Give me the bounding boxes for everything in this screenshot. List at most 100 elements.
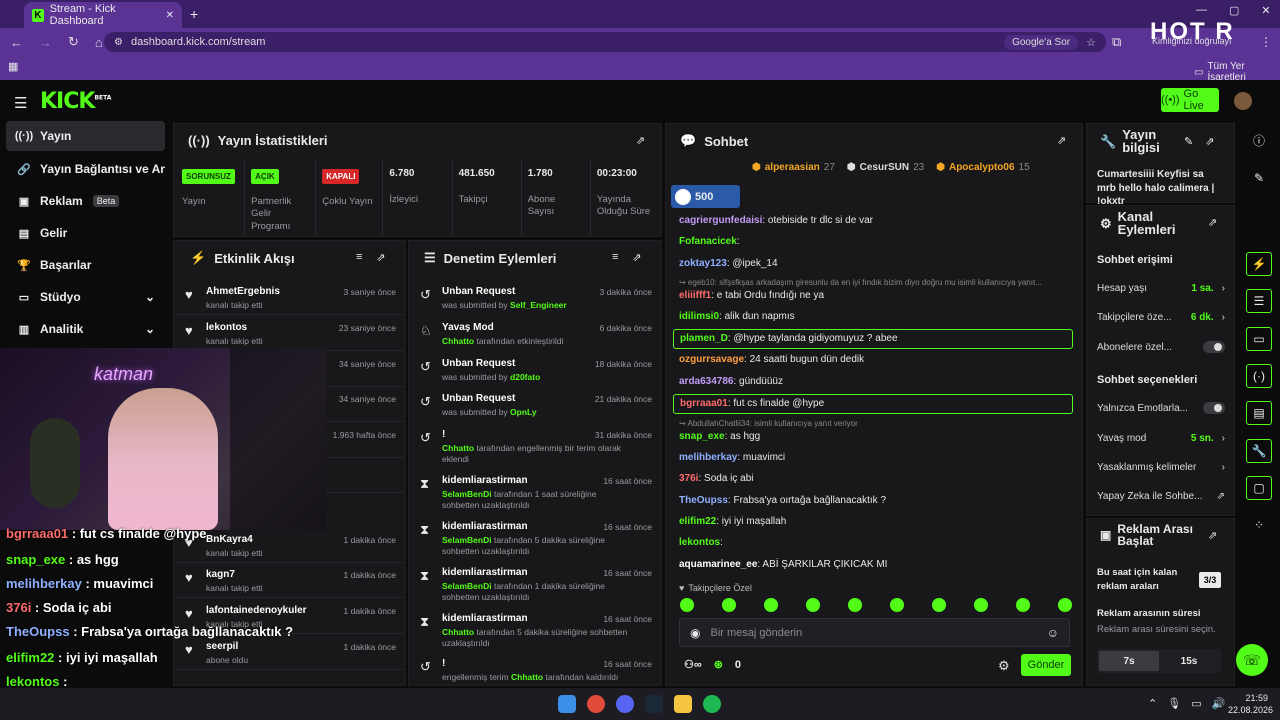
- chat-username[interactable]: aquamarinee_ee: [679, 559, 757, 570]
- list-icon[interactable]: ☰: [1246, 289, 1272, 313]
- nav-item-analytics[interactable]: ▥ Analitik ⌄: [6, 314, 165, 344]
- nav-item-ads[interactable]: ▣ Reklam Beta: [6, 186, 165, 216]
- chat-settings-icon[interactable]: ⚙: [998, 658, 1010, 674]
- pencil-icon[interactable]: ✎: [1246, 166, 1272, 190]
- emote-icon[interactable]: [974, 598, 988, 612]
- emote-icon[interactable]: [890, 598, 904, 612]
- network-icon[interactable]: ▭: [1191, 697, 1201, 710]
- browser-tab[interactable]: K Stream - Kick Dashboard ✕: [24, 2, 182, 28]
- moderator-name[interactable]: OpnLy: [510, 407, 537, 417]
- chat-access-row[interactable]: Takipçilere öze... 6 dk. ›: [1097, 308, 1225, 326]
- new-tab-icon[interactable]: +: [190, 6, 198, 22]
- chat-username[interactable]: arda634786: [679, 376, 734, 387]
- home-icon[interactable]: ⌂: [95, 35, 103, 50]
- close-window-icon[interactable]: ✕: [1261, 4, 1270, 17]
- chat-option-row[interactable]: Yalnızca Emotlarla...: [1097, 399, 1225, 417]
- folder-icon[interactable]: [674, 695, 692, 713]
- apps-grid-icon[interactable]: ▦: [8, 60, 18, 73]
- edit-icon[interactable]: ✎: [1184, 135, 1193, 148]
- chat-username[interactable]: bgrraaa01: [680, 398, 728, 409]
- emote-icon[interactable]: [932, 598, 946, 612]
- chat-username[interactable]: plamen_D: [680, 333, 728, 344]
- url-field[interactable]: ⚙ dashboard.kick.com/stream Google'a Sor…: [104, 32, 1106, 52]
- emote-icon[interactable]: [1058, 598, 1072, 612]
- volume-icon[interactable]: 🔊: [1212, 697, 1226, 710]
- emote-icon[interactable]: [848, 598, 862, 612]
- activity-user[interactable]: lekontos: [206, 322, 247, 333]
- nav-item-studio[interactable]: ▭ Stüdyo ⌄: [6, 282, 165, 312]
- bookmark-star-icon[interactable]: ☆: [1086, 36, 1096, 49]
- info-icon[interactable]: ⓘ: [1246, 128, 1272, 152]
- moderator-name[interactable]: Chhatto: [511, 672, 543, 682]
- broadcast-icon[interactable]: (·): [1246, 364, 1272, 388]
- chat-icon[interactable]: ▭: [1246, 327, 1272, 351]
- send-button[interactable]: Gönder: [1021, 654, 1071, 676]
- wrench-icon[interactable]: 🔧: [1246, 439, 1272, 463]
- moderator-name[interactable]: SelamBenDi: [442, 535, 492, 545]
- chat-username[interactable]: ozgurrsavage: [679, 354, 744, 365]
- chat-input[interactable]: ◉ Bir mesaj gönderin ☺: [679, 618, 1070, 647]
- apps-icon[interactable]: ⁘: [1246, 513, 1272, 537]
- popout-icon[interactable]: ⇗: [1208, 529, 1217, 542]
- spotify-icon[interactable]: [703, 695, 721, 713]
- chat-username[interactable]: snap_exe: [679, 431, 725, 442]
- moderator-name[interactable]: Chhatto: [442, 336, 474, 346]
- ad-icon[interactable]: ▤: [1246, 401, 1272, 425]
- moderator-name[interactable]: Chhatto: [442, 627, 474, 637]
- popout-icon[interactable]: ⇗: [632, 251, 641, 264]
- emote-icon[interactable]: [722, 598, 736, 612]
- discord-icon[interactable]: [616, 695, 634, 713]
- mic-icon[interactable]: 🎙: [1167, 697, 1181, 710]
- moderator-name[interactable]: SelamBenDi: [442, 489, 492, 499]
- extensions-icon[interactable]: ⧉: [1112, 34, 1121, 50]
- activity-user[interactable]: AhmetErgebnis: [206, 286, 280, 297]
- nav-item-yayin[interactable]: ((·)) Yayın: [6, 121, 165, 151]
- toggle-switch[interactable]: [1203, 341, 1225, 353]
- minimize-icon[interactable]: —: [1196, 4, 1207, 17]
- activity-user[interactable]: kagn7: [206, 569, 235, 580]
- emote-icon[interactable]: [764, 598, 778, 612]
- moderator-name[interactable]: d20fato: [510, 372, 540, 382]
- back-icon[interactable]: ←: [10, 35, 23, 50]
- chevron-up-icon[interactable]: ⌃: [1148, 697, 1157, 710]
- site-info-icon[interactable]: ⚙: [114, 37, 123, 48]
- kick-logo[interactable]: KICKBETA: [40, 89, 111, 114]
- popout-icon[interactable]: ⇗: [1208, 216, 1217, 229]
- chrome-icon[interactable]: [587, 695, 605, 713]
- chat-access-row[interactable]: Abonelere özel...: [1097, 338, 1225, 356]
- popout-icon[interactable]: ⇗: [376, 251, 385, 264]
- reload-icon[interactable]: ↻: [68, 34, 79, 50]
- chat-username[interactable]: cagriergunfedaisi: [679, 215, 762, 226]
- chat-username[interactable]: 376i: [679, 473, 698, 484]
- steam-icon[interactable]: [645, 695, 663, 713]
- chat-username[interactable]: Fofanacicek: [679, 236, 737, 247]
- pinned-gift-count[interactable]: 500: [671, 185, 740, 208]
- chat-username[interactable]: melihberkay: [679, 452, 737, 463]
- top-gifter[interactable]: ⬢ Apocalypto06 15: [936, 162, 1029, 173]
- tab-close-icon[interactable]: ✕: [166, 10, 174, 21]
- chat-username[interactable]: zoktay123: [679, 258, 727, 269]
- go-live-button[interactable]: ((•)) Go Live: [1161, 88, 1219, 112]
- filter-icon[interactable]: ≡: [356, 251, 362, 264]
- popout-icon[interactable]: ⇗: [636, 134, 645, 147]
- nav-item-revenue[interactable]: ▤ Gelir: [6, 218, 165, 248]
- smiley-icon[interactable]: ☺: [1047, 626, 1059, 640]
- chat-username[interactable]: idilimsi0: [679, 311, 719, 322]
- bolt-icon[interactable]: ⚡: [1246, 252, 1272, 276]
- chat-username[interactable]: eliiifff1: [679, 290, 711, 301]
- toggle-switch[interactable]: [1203, 402, 1225, 414]
- forward-icon[interactable]: →: [39, 35, 52, 50]
- chat-username[interactable]: elifim22: [679, 516, 716, 527]
- windows-start-icon[interactable]: [558, 695, 576, 713]
- emote-icon[interactable]: [1016, 598, 1030, 612]
- popout-icon[interactable]: ⇗: [1205, 135, 1214, 148]
- activity-user[interactable]: seerpil: [206, 641, 238, 652]
- popout-icon[interactable]: ⇗: [1057, 134, 1066, 147]
- chat-option-row[interactable]: Yapay Zeka ile Sohbe... ⇗: [1097, 487, 1225, 505]
- nav-item-stream-key[interactable]: 🔗Yayın Bağlantısı ve Anahtarı: [6, 154, 165, 184]
- moderator-name[interactable]: Chhatto: [442, 443, 474, 453]
- chat-option-row[interactable]: Yavaş mod 5 sn. ›: [1097, 429, 1225, 447]
- infinity-icon[interactable]: ⚇∞: [684, 658, 702, 671]
- moderator-name[interactable]: Self_Engineer: [510, 300, 567, 310]
- activity-user[interactable]: BnKayra4: [206, 534, 253, 545]
